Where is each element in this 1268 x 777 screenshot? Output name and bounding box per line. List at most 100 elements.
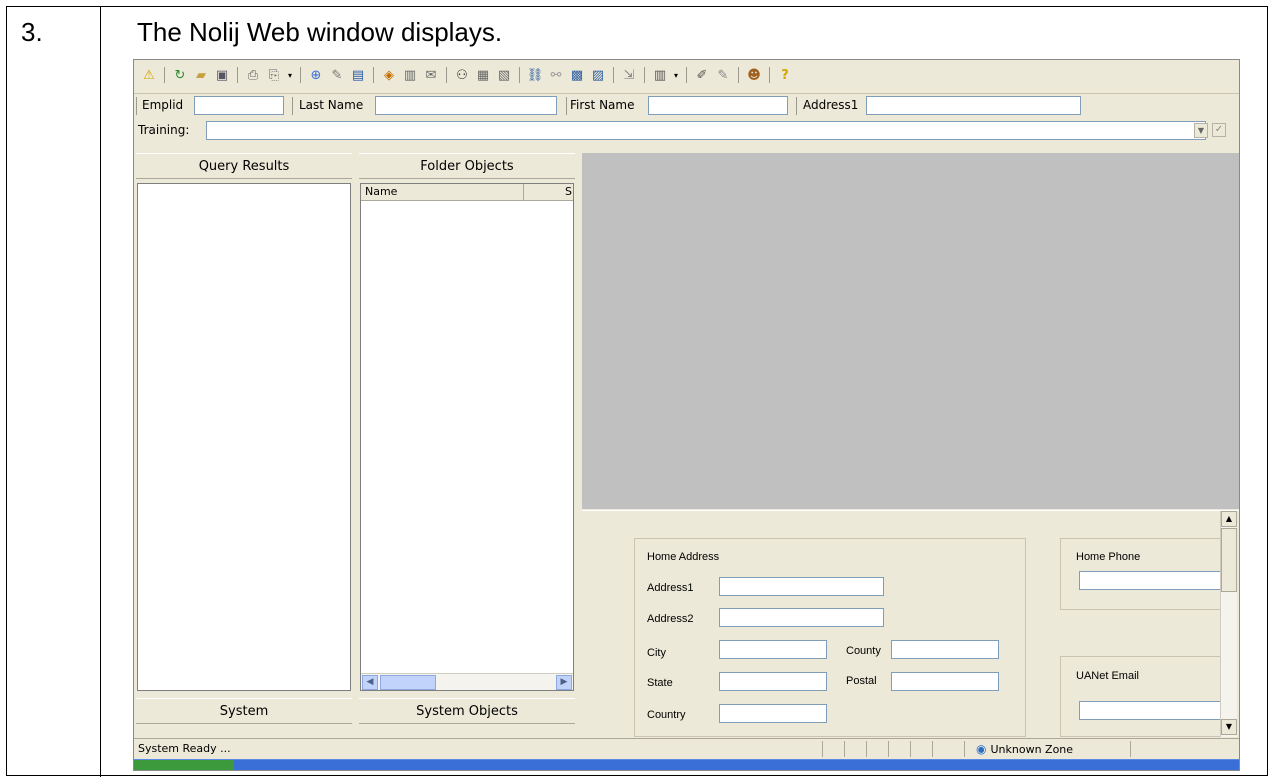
training-combobox[interactable] [206,121,1206,140]
open-folder-icon[interactable]: ▰ [192,66,210,84]
toolbar-separator [164,67,165,83]
chevron-down-icon[interactable]: ▼ [1221,719,1237,735]
batch-icon[interactable]: ▥ [401,66,419,84]
training-label: Training: [138,123,190,137]
toolbar-separator [613,67,614,83]
toolbar-separator [738,67,739,83]
uanet-email-group: UANet Email [1060,656,1225,737]
first-name-input[interactable] [648,96,788,115]
address1-search-label: Address1 [803,98,859,112]
refresh-icon[interactable]: ↻ [171,66,189,84]
field-separator [566,97,567,115]
home-phone-input[interactable] [1079,571,1224,590]
zone-label: Unknown Zone [990,742,1074,756]
dropdown-arrow-icon[interactable]: ▾ [286,71,294,80]
step-text: The Nolij Web window displays. [137,17,503,47]
annotate-icon[interactable]: ✐ [693,66,711,84]
system-header[interactable]: System [136,698,352,724]
table-divider [100,7,101,777]
route-icon[interactable]: ◈ [380,66,398,84]
scrollbar-thumb[interactable] [1221,528,1237,592]
user-help-icon[interactable]: ☻ [745,66,763,84]
query-results-header[interactable]: Query Results [136,153,352,179]
dropdown-arrow-icon[interactable]: ▾ [672,71,680,80]
home-phone-group: Home Phone [1060,538,1225,610]
print-icon[interactable]: ⎙ [244,66,262,84]
uanet-email-input[interactable] [1079,701,1224,720]
status-separator [844,741,845,757]
toolbar-buttons: ⚠ ↻ ▰ ▣ ⎙ ⎘ ▾ ⊕ ✎ ▤ ◈ ▥ ✉ ⚇ ▦ ▧ ⛓ ⚯ ▩ ▨ [140,64,794,86]
system-objects-header[interactable]: System Objects [359,698,575,724]
edit-icon[interactable]: ✎ [328,66,346,84]
document-viewer[interactable] [582,153,1239,509]
folder-objects-header[interactable]: Folder Objects [359,153,575,179]
mail-icon[interactable]: ✉ [422,66,440,84]
help-icon[interactable]: ? [776,66,794,84]
start-button[interactable] [134,760,234,770]
status-separator [932,741,933,757]
postal-input[interactable] [891,672,999,691]
index-icon[interactable]: ▦ [474,66,492,84]
address2-label: Address2 [647,613,694,625]
chevron-left-icon[interactable]: ◀ [362,675,378,690]
name-column-header[interactable]: Name [365,185,397,198]
stack-icon[interactable]: ▧ [495,66,513,84]
field-separator [796,97,797,115]
last-name-input[interactable] [375,96,557,115]
chevron-down-icon[interactable]: ▼ [1194,123,1208,138]
step-number: 3. [21,17,43,47]
status-text: System Ready ... [138,742,231,755]
toolbar-separator [300,67,301,83]
address1-search-input[interactable] [866,96,1081,115]
save-icon[interactable]: ▣ [213,66,231,84]
country-input[interactable] [719,704,827,723]
address1-input[interactable] [719,577,884,596]
export-icon[interactable]: ⇲ [620,66,638,84]
chevron-right-icon[interactable]: ▶ [556,675,572,690]
status-bar: System Ready ... ◉ Unknown Zone [134,738,1239,758]
chevron-up-icon[interactable]: ▲ [1221,511,1237,527]
address2-input[interactable] [719,608,884,627]
workflow-icon[interactable]: ⚯ [547,66,565,84]
print-preview-icon[interactable]: ⎘ [265,66,283,84]
link-icon[interactable]: ⛓ [526,66,544,84]
home-phone-label: Home Phone [1076,551,1141,563]
status-separator [888,741,889,757]
columns-icon[interactable]: ▥ [651,66,669,84]
emplid-input[interactable] [194,96,284,115]
city-label: City [647,647,666,659]
vertical-scrollbar[interactable]: ▲ ▼ [1220,511,1237,737]
query-results-list[interactable] [137,183,351,691]
folder-objects-list[interactable]: Name S ◀ ▶ [360,183,574,691]
uanet-email-label: UANet Email [1076,670,1139,682]
s-column-header[interactable]: S [565,185,572,198]
last-name-label: Last Name [299,98,364,112]
view-icon[interactable]: ▨ [589,66,607,84]
home-address-group: Home Address Address1 Address2 City Coun… [634,538,1026,737]
scrollbar-thumb[interactable] [380,675,436,690]
group-icon[interactable]: ▩ [568,66,586,84]
toolbar-separator [373,67,374,83]
county-label: County [846,645,881,657]
status-separator [822,741,823,757]
zoom-icon[interactable]: ⊕ [307,66,325,84]
toolbar: ⚠ ↻ ▰ ▣ ⎙ ⎘ ▾ ⊕ ✎ ▤ ◈ ▥ ✉ ⚇ ▦ ▧ ⛓ ⚯ ▩ ▨ [134,60,1239,94]
checkbox-icon[interactable]: ✓ [1212,123,1226,137]
toolbar-separator [686,67,687,83]
warning-icon[interactable]: ⚠ [140,66,158,84]
toolbar-separator [237,67,238,83]
notes-icon[interactable]: ✎ [714,66,732,84]
globe-icon: ◉ [976,742,987,756]
training-row: Training: ▼ ✓ [136,120,1236,142]
home-address-label: Home Address [647,551,720,563]
horizontal-scrollbar[interactable]: ◀ ▶ [361,673,573,690]
binoculars-icon[interactable]: ⚇ [453,66,471,84]
city-input[interactable] [719,640,827,659]
county-input[interactable] [891,640,999,659]
scan-icon[interactable]: ▤ [349,66,367,84]
state-input[interactable] [719,672,827,691]
field-separator [292,97,293,115]
field-separator [136,97,137,115]
address1-label: Address1 [647,582,694,594]
taskbar [134,759,1239,770]
